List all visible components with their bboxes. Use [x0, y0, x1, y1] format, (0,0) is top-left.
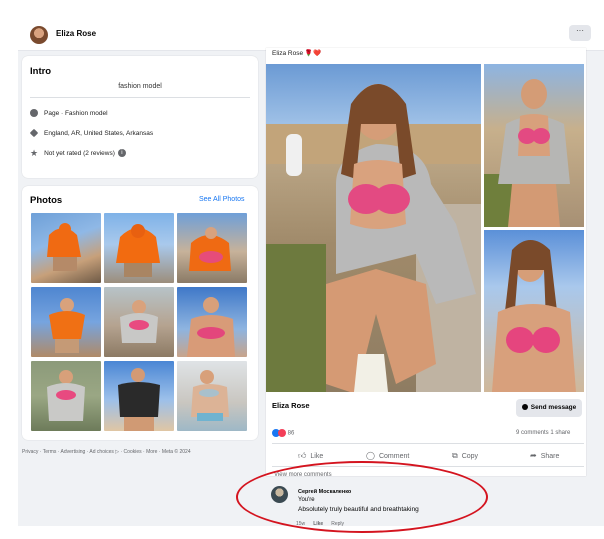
post-caption: Eliza Rose 🌹❤️	[272, 50, 322, 57]
photo-thumbnail[interactable]	[104, 287, 174, 357]
info-icon	[30, 109, 38, 118]
red-highlight-oval	[236, 461, 488, 533]
profile-name[interactable]: Eliza Rose	[56, 29, 96, 38]
footer-links[interactable]: Privacy · Terms · Advertising · Ad choic…	[22, 449, 191, 455]
photo-thumbnail[interactable]	[104, 361, 174, 431]
comment-button[interactable]: ◯ Comment	[366, 451, 409, 460]
intro-row-location: England, AR, United States, Arkansas	[29, 129, 154, 139]
like-label: Like	[310, 453, 324, 460]
copy-label: Copy	[461, 453, 479, 460]
reaction-count: 86	[287, 430, 295, 437]
intro-row-text: Page · Fashion model	[44, 110, 108, 117]
intro-row-text[interactable]: Not yet rated (2 reviews)	[44, 150, 115, 157]
photos-title: Photos	[30, 195, 63, 206]
send-message-button[interactable]: Send message	[516, 399, 582, 417]
post-photo-2[interactable]	[484, 64, 584, 227]
info-icon[interactable]: i	[117, 149, 126, 158]
copy-icon: ⧉	[452, 451, 458, 460]
intro-bio: fashion model	[118, 83, 162, 90]
photo-thumbnail[interactable]	[104, 213, 174, 283]
photo-thumbnail[interactable]	[177, 287, 247, 357]
photo-thumbnail[interactable]	[177, 213, 247, 283]
love-reaction-icon	[278, 429, 286, 437]
photo-thumbnail[interactable]	[177, 361, 247, 431]
share-icon: ➦	[530, 451, 537, 460]
profile-header-bar	[18, 22, 604, 51]
share-label: Share	[540, 453, 560, 460]
photo-thumbnail[interactable]	[31, 287, 101, 357]
post-main-photo[interactable]	[266, 64, 481, 392]
messenger-icon	[521, 404, 528, 411]
comment-icon: ◯	[366, 451, 375, 460]
actions-divider-top	[272, 443, 584, 444]
like-button[interactable]: 👍︎ Like	[298, 451, 323, 461]
photo-thumbnail[interactable]	[31, 213, 101, 283]
post-photo-3[interactable]	[484, 230, 584, 392]
intro-card: Intro fashion model Page · Fashion model…	[22, 56, 258, 178]
intro-title: Intro	[30, 66, 52, 77]
see-all-photos-link[interactable]: See All Photos	[199, 196, 245, 203]
location-icon	[29, 129, 39, 138]
intro-row-text: England, AR, United States, Arkansas	[44, 130, 154, 137]
profile-avatar[interactable]	[30, 26, 48, 44]
post-author-name[interactable]: Eliza Rose	[272, 401, 310, 410]
intro-row-category: Page · Fashion model	[30, 109, 108, 119]
thumbs-up-icon: 👍︎	[298, 451, 307, 460]
photo-thumbnail[interactable]	[31, 361, 101, 431]
comment-label: Comment	[378, 453, 410, 460]
reaction-summary[interactable]: 86	[272, 429, 294, 437]
more-options-button[interactable]: ···	[569, 25, 591, 41]
send-message-label: Send message	[530, 404, 577, 411]
share-button[interactable]: ➦ Share	[530, 451, 559, 460]
star-icon: ★	[30, 148, 39, 159]
comments-shares-count[interactable]: 9 comments 1 share	[516, 430, 570, 436]
copy-button[interactable]: ⧉ Copy	[452, 451, 478, 461]
intro-divider	[30, 97, 250, 98]
intro-row-rating: ★ Not yet rated (2 reviews) i	[30, 149, 126, 159]
